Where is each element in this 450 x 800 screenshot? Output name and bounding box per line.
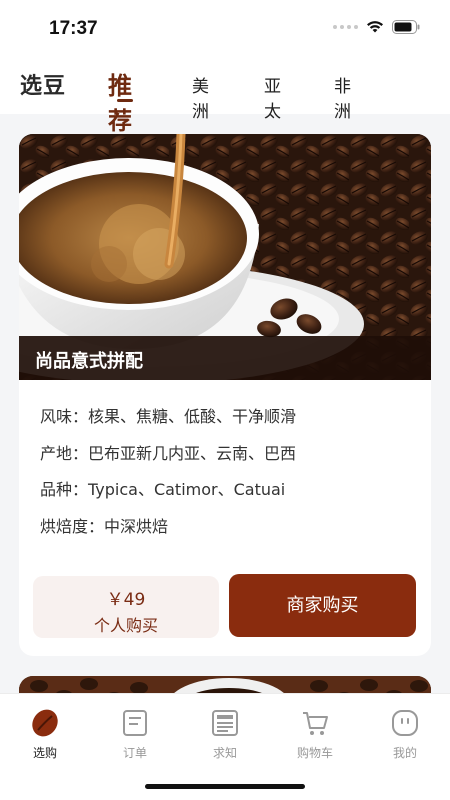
status-time: 17:37 [49,18,98,39]
nav-label-profile: 我的 [392,746,417,760]
nav-shop[interactable]: 选购 [15,708,75,761]
nav-label-shop: 选购 [32,746,57,760]
personal-buy-button[interactable]: ￥49 个人购买 [33,576,219,638]
battery-icon [392,20,420,34]
product-card[interactable]: 尚品意式拼配 风味：核果、焦糖、低酸、干净顺滑 产地：巴布亚新几内亚、云南、巴西… [19,134,431,656]
spec-flavor: 风味：核果、焦糖、低酸、干净顺滑 [40,407,297,426]
personal-price: ￥49 [106,590,146,610]
product-image: 尚品意式拼配 [19,134,431,380]
nav-orders[interactable]: 订单 [105,708,165,761]
nav-cart[interactable]: 购物车 [285,708,345,761]
top-header: 选豆 推荐 美洲 亚太 非洲 [0,58,450,135]
wifi-icon [367,21,383,33]
nav-label-cart: 购物车 [296,746,333,760]
order-list-icon [123,710,147,736]
coffee-bean-icon [32,709,58,737]
active-tab-indicator [117,99,133,102]
tab-americas[interactable]: 美洲 [192,72,209,122]
status-icons [333,20,420,34]
product-title-bar: 尚品意式拼配 [19,336,431,380]
status-bar: 17:37 [0,0,450,58]
signal-icon [333,25,358,29]
tab-africa[interactable]: 非洲 [334,72,351,122]
spec-roast: 烘焙度：中深烘焙 [40,516,169,536]
home-indicator [145,784,305,789]
profile-face-icon [392,710,418,736]
app-logo: 选豆 [20,74,67,99]
nav-label-learn: 求知 [212,746,237,760]
personal-buy-label: 个人购买 [93,616,158,635]
spec-origin: 产地：巴布亚新几内亚、云南、巴西 [40,443,297,463]
nav-label-orders: 订单 [122,746,147,760]
newspaper-icon [212,710,238,736]
merchant-buy-button[interactable]: 商家购买 [229,574,416,637]
spec-variety: 品种：Typica、Catimor、Catuai [40,480,286,499]
product-specs: 风味：核果、焦糖、低酸、干净顺滑 产地：巴布亚新几内亚、云南、巴西 品种：Typ… [40,406,296,552]
nav-learn[interactable]: 求知 [195,708,255,761]
shopping-cart-icon [303,712,328,735]
tab-asia-pacific[interactable]: 亚太 [264,72,281,122]
nav-profile[interactable]: 我的 [375,708,435,761]
product-title: 尚品意式拼配 [35,351,143,372]
